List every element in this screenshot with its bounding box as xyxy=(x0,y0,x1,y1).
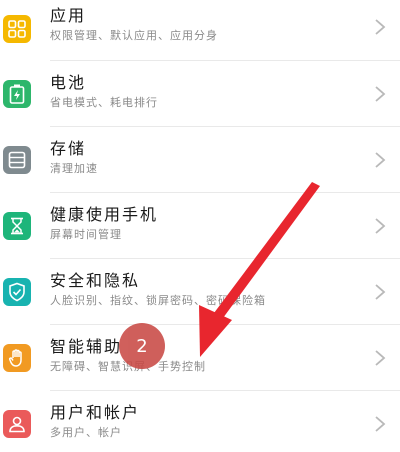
settings-list: 应用 权限管理、默认应用、应用分身 电池 省电模式、耗电排行 存储 清理加速 健… xyxy=(0,0,400,452)
hand-icon xyxy=(3,344,31,372)
settings-item-title: 用户和帐户 xyxy=(50,403,141,422)
settings-item-storage[interactable]: 存储 清理加速 xyxy=(0,127,400,193)
settings-item-subtitle: 权限管理、默认应用、应用分身 xyxy=(50,29,218,42)
settings-item-title: 应用 xyxy=(50,6,87,25)
chevron-right-icon xyxy=(375,152,386,168)
shield-icon xyxy=(3,278,31,306)
settings-item-battery[interactable]: 电池 省电模式、耗电排行 xyxy=(0,61,400,127)
settings-item-security[interactable]: 安全和隐私 人脸识别、指纹、锁屏密码、密码保险箱 xyxy=(0,259,400,325)
settings-item-title: 电池 xyxy=(50,73,87,92)
hourglass-icon xyxy=(3,212,31,240)
chevron-right-icon xyxy=(375,218,386,234)
settings-item-subtitle: 多用户、帐户 xyxy=(50,426,122,439)
settings-item-digital-balance[interactable]: 健康使用手机 屏幕时间管理 xyxy=(0,193,400,259)
chevron-right-icon xyxy=(375,86,386,102)
chevron-right-icon xyxy=(375,350,386,366)
settings-item-subtitle: 省电模式、耗电排行 xyxy=(50,96,158,109)
user-icon xyxy=(3,410,31,438)
settings-item-subtitle: 清理加速 xyxy=(50,162,98,175)
settings-item-subtitle: 人脸识别、指纹、锁屏密码、密码保险箱 xyxy=(50,294,266,307)
battery-icon xyxy=(3,80,31,108)
apps-grid-icon xyxy=(3,15,31,43)
settings-item-subtitle: 屏幕时间管理 xyxy=(50,228,122,241)
settings-item-title: 安全和隐私 xyxy=(50,271,141,290)
storage-icon xyxy=(3,146,31,174)
settings-item-title: 健康使用手机 xyxy=(50,205,159,224)
step-number-badge: 2 xyxy=(119,323,165,369)
chevron-right-icon xyxy=(375,19,386,35)
settings-item-accessibility[interactable]: 智能辅助 无障碍、智慧识屏、手势控制 xyxy=(0,325,400,391)
settings-item-title: 智能辅助 xyxy=(50,337,123,356)
chevron-right-icon xyxy=(375,416,386,432)
settings-item-users[interactable]: 用户和帐户 多用户、帐户 xyxy=(0,391,400,452)
chevron-right-icon xyxy=(375,284,386,300)
settings-item-apps[interactable]: 应用 权限管理、默认应用、应用分身 xyxy=(0,0,400,60)
settings-item-title: 存储 xyxy=(50,139,87,158)
